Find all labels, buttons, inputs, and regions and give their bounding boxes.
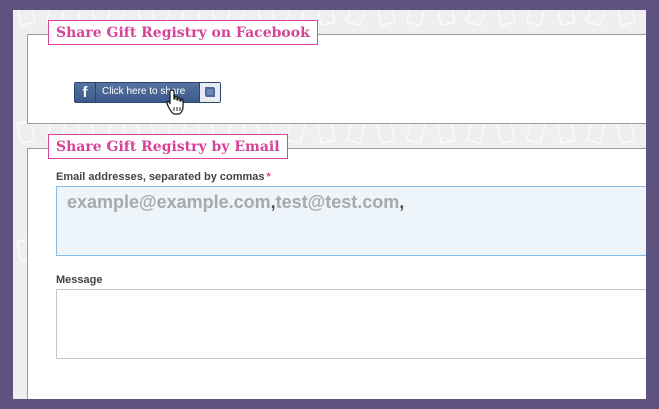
pattern-tile <box>346 120 366 144</box>
required-marker: * <box>266 171 271 183</box>
page-viewport: Share Gift Registry on Facebook f Click … <box>13 10 646 399</box>
facebook-share-button[interactable]: f Click here to share <box>74 82 221 103</box>
pattern-tile <box>496 120 516 144</box>
pattern-tile <box>616 10 636 26</box>
email-first: example@example.com <box>67 192 271 212</box>
email-second: test@test.com <box>275 192 400 212</box>
facebook-logo-icon: f <box>75 83 96 102</box>
pattern-tile <box>436 10 456 26</box>
pattern-tile <box>316 120 336 144</box>
pattern-tile <box>496 10 516 26</box>
pattern-tile <box>466 10 486 26</box>
email-trailing-separator: , <box>399 192 405 212</box>
pattern-tile <box>526 10 546 26</box>
pattern-tile <box>16 10 36 26</box>
pattern-tile <box>526 120 546 144</box>
pattern-tile <box>316 10 336 26</box>
pattern-tile <box>376 120 396 144</box>
pattern-tile <box>556 120 576 144</box>
emails-field-label: Email addresses, separated by commas * <box>56 171 271 183</box>
pattern-tile <box>556 10 576 26</box>
pattern-tile <box>586 10 606 26</box>
pattern-tile <box>406 120 426 144</box>
facebook-share-section: Share Gift Registry on Facebook f Click … <box>27 20 646 124</box>
pattern-tile <box>286 120 306 144</box>
pattern-tile <box>586 120 606 144</box>
pattern-tile <box>616 120 636 144</box>
share-bubble-icon <box>199 83 220 102</box>
pattern-tile <box>436 120 456 144</box>
email-share-section: Share Gift Registry by Email Email addre… <box>27 134 646 399</box>
pattern-tile <box>376 10 396 26</box>
facebook-section-title: Share Gift Registry on Facebook <box>48 20 318 45</box>
email-section-title: Share Gift Registry by Email <box>48 134 288 159</box>
email-addresses-value: example@example.com,test@test.com, <box>67 192 404 213</box>
hand-pointer-icon <box>166 89 184 115</box>
emails-label-text: Email addresses, separated by commas <box>56 171 265 183</box>
pattern-tile <box>406 10 426 26</box>
pattern-tile <box>466 120 486 144</box>
message-field-label: Message <box>56 274 103 286</box>
pattern-tile <box>346 10 366 26</box>
pattern-tile <box>16 120 36 144</box>
message-input[interactable] <box>56 289 646 359</box>
email-addresses-input[interactable]: example@example.com,test@test.com, <box>56 186 646 256</box>
